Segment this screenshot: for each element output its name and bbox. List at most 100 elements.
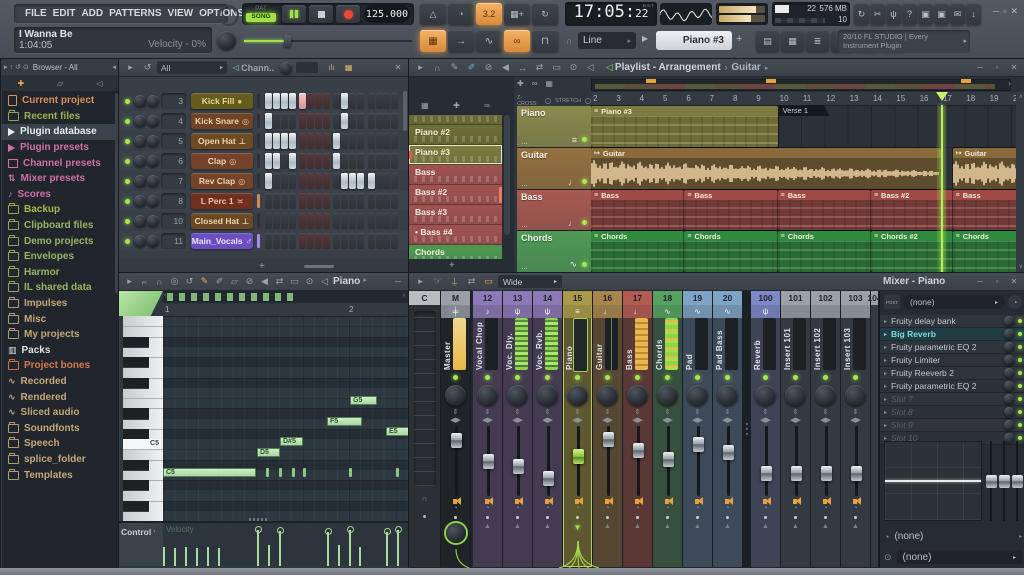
step-13[interactable] — [368, 93, 375, 109]
save-button[interactable]: ▣ — [918, 3, 933, 25]
close-button[interactable]: ✕ — [1007, 63, 1021, 72]
step-7[interactable] — [315, 153, 322, 169]
minimize-button[interactable]: ─ — [973, 277, 987, 286]
route-arrow[interactable]: ▲ — [484, 523, 491, 530]
close-button[interactable]: ✕ — [1010, 6, 1018, 17]
clock-icon[interactable]: ◔ — [793, 505, 797, 512]
download-button[interactable]: ↓ — [966, 3, 981, 25]
note-c5[interactable]: C5 — [163, 468, 256, 477]
fx-mix-knob[interactable] — [1004, 329, 1014, 339]
step-14[interactable] — [376, 113, 383, 129]
browser-item-speech[interactable]: Speech — [1, 436, 119, 452]
mixer-strip-104[interactable]: 104 — [871, 291, 879, 567]
strip-led[interactable] — [485, 375, 490, 380]
select-icon[interactable]: ▭ — [549, 61, 564, 74]
slot-arrow-icon[interactable]: ▸ — [884, 422, 887, 429]
pattern-selector[interactable]: Piano #3 — [656, 31, 732, 50]
fx-slot-led[interactable] — [1018, 410, 1022, 414]
pat-button[interactable]: PAT — [246, 5, 276, 13]
browser-item-scores[interactable]: Scores — [1, 187, 119, 203]
fx-slot-led[interactable] — [1018, 371, 1022, 375]
route-arrow[interactable]: ▲ — [634, 523, 641, 530]
browser-item-rendered[interactable]: Rendered — [1, 389, 119, 405]
step-15[interactable] — [383, 153, 390, 169]
note-e5[interactable]: E5 — [386, 427, 409, 436]
step-15[interactable] — [383, 173, 390, 189]
updown-icon[interactable]: ⇕ — [763, 408, 769, 416]
eq-fader-handle[interactable] — [986, 475, 997, 488]
fader-handle[interactable] — [573, 449, 584, 464]
playback-icon[interactable]: ◁ — [318, 275, 331, 288]
fx-mix-knob[interactable] — [1004, 407, 1014, 417]
picker-add-button[interactable]: + — [449, 260, 455, 271]
collapse-icon[interactable]: ▸ — [4, 63, 8, 71]
slot-arrow-icon[interactable]: ▸ — [884, 383, 887, 390]
stereo-knob[interactable] — [627, 385, 648, 406]
step-4[interactable] — [289, 193, 296, 209]
route-arrow[interactable]: ▲ — [724, 523, 731, 530]
undo-icon[interactable]: ↺ — [15, 63, 21, 71]
fader-zone[interactable] — [473, 426, 502, 496]
step-3[interactable] — [281, 193, 288, 209]
clip-bass[interactable]: ≡Bass — [591, 190, 684, 230]
fx-slot-led[interactable] — [1018, 436, 1022, 440]
loop-record-button[interactable]: ↻ — [532, 3, 558, 25]
strip-led[interactable] — [545, 375, 550, 380]
updown-icon[interactable]: ⇕ — [853, 408, 859, 416]
step-1[interactable] — [265, 173, 272, 189]
step-12[interactable] — [357, 193, 364, 209]
fx-mix-knob[interactable] — [1004, 381, 1014, 391]
strip-led[interactable] — [853, 375, 858, 380]
close-button[interactable]: ✕ — [391, 63, 405, 72]
updown-icon[interactable]: ⇕ — [605, 408, 611, 416]
stereo-knob[interactable] — [597, 385, 618, 406]
fader-zone[interactable] — [841, 426, 870, 496]
step-9[interactable] — [333, 133, 340, 149]
mixer-strip-reverb[interactable]: 100ψReverb⇕◀▶◔▲ — [751, 291, 781, 567]
velocity-stem[interactable] — [338, 545, 340, 566]
channel-button-rev-clap[interactable]: Rev Clap◎ — [191, 173, 253, 189]
minimize-button[interactable]: ─ — [391, 277, 405, 286]
stereo-knob[interactable] — [687, 385, 708, 406]
step-13[interactable] — [368, 153, 375, 169]
velocity-stem[interactable] — [207, 547, 209, 566]
keyboard-icon[interactable]: ▦ — [545, 79, 553, 88]
slice-icon[interactable]: ⇄ — [273, 275, 286, 288]
step-9[interactable] — [333, 213, 340, 229]
minimize-button[interactable]: ─ — [973, 63, 987, 72]
white-key[interactable] — [123, 511, 163, 521]
mute-speaker-icon[interactable] — [725, 499, 729, 504]
fader-zone[interactable] — [811, 426, 840, 496]
slot-arrow-icon[interactable]: ▸ — [884, 357, 887, 364]
link-icon[interactable]: ∞ — [532, 79, 538, 88]
step-11[interactable] — [349, 213, 356, 229]
step-10[interactable] — [341, 113, 348, 129]
velocity-head[interactable] — [384, 528, 391, 535]
clip-chords[interactable]: ≡Chords — [953, 231, 1018, 272]
close-button[interactable]: ✕ — [1007, 277, 1021, 286]
velocity-stem[interactable] — [185, 547, 187, 566]
minimap-next-button[interactable]: › — [1008, 79, 1011, 88]
fx-mix-knob[interactable] — [1004, 394, 1014, 404]
route-arrow[interactable]: ▲ — [514, 523, 521, 530]
step-5[interactable] — [299, 133, 306, 149]
wrench-icon[interactable]: ⌐ — [138, 275, 151, 288]
step-5[interactable] — [299, 113, 306, 129]
mixer-strip-bass[interactable]: 17♩Bass⇕◀▶◔▲ — [623, 291, 653, 567]
velocity-stem[interactable] — [196, 548, 198, 566]
fader-handle[interactable] — [603, 432, 614, 447]
picker-item-bass[interactable]: Bass — [409, 165, 502, 185]
step-11[interactable] — [349, 113, 356, 129]
stamp-icon[interactable]: ▱ — [228, 275, 241, 288]
step-1[interactable] — [265, 193, 272, 209]
channel-pan-knob[interactable] — [134, 115, 146, 127]
step-12[interactable] — [357, 213, 364, 229]
snap-selector[interactable]: Line▸ — [578, 32, 636, 49]
channel-led[interactable] — [125, 159, 130, 164]
fx-slot-1[interactable]: ▸Fruity delay bank — [880, 315, 1024, 328]
step-16[interactable] — [391, 133, 398, 149]
metronome-button[interactable]: △ — [420, 3, 446, 25]
track-header-guitar[interactable]: Guitar...♩ — [517, 148, 591, 190]
step-13[interactable] — [368, 113, 375, 129]
scroll-up-icon[interactable]: ∧ — [1019, 93, 1023, 100]
